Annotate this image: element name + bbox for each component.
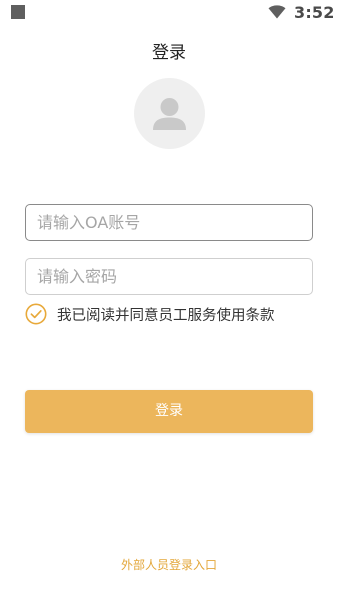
password-input[interactable]: [26, 259, 312, 294]
external-login-link[interactable]: 外部人员登录入口: [0, 556, 338, 573]
login-button[interactable]: 登录: [25, 390, 313, 433]
account-field[interactable]: [25, 204, 313, 241]
page-title: 登录: [152, 43, 186, 63]
password-field[interactable]: [25, 258, 313, 295]
agreement-row[interactable]: 我已阅读并同意员工服务使用条款: [25, 302, 275, 326]
check-circle-icon[interactable]: [25, 303, 47, 325]
status-bar: 3:52: [0, 0, 338, 26]
account-input[interactable]: [26, 205, 312, 240]
user-avatar-icon: [153, 98, 186, 130]
agreement-text[interactable]: 我已阅读并同意员工服务使用条款: [57, 304, 275, 325]
notification-square-icon: [11, 5, 25, 19]
wifi-icon: [268, 5, 286, 19]
status-time: 3:52: [294, 3, 335, 22]
login-screen: 3:52 登录 我已阅读并同意员工服务使用条款 登录 外部人员登录入口: [0, 0, 338, 600]
avatar: [134, 78, 205, 149]
